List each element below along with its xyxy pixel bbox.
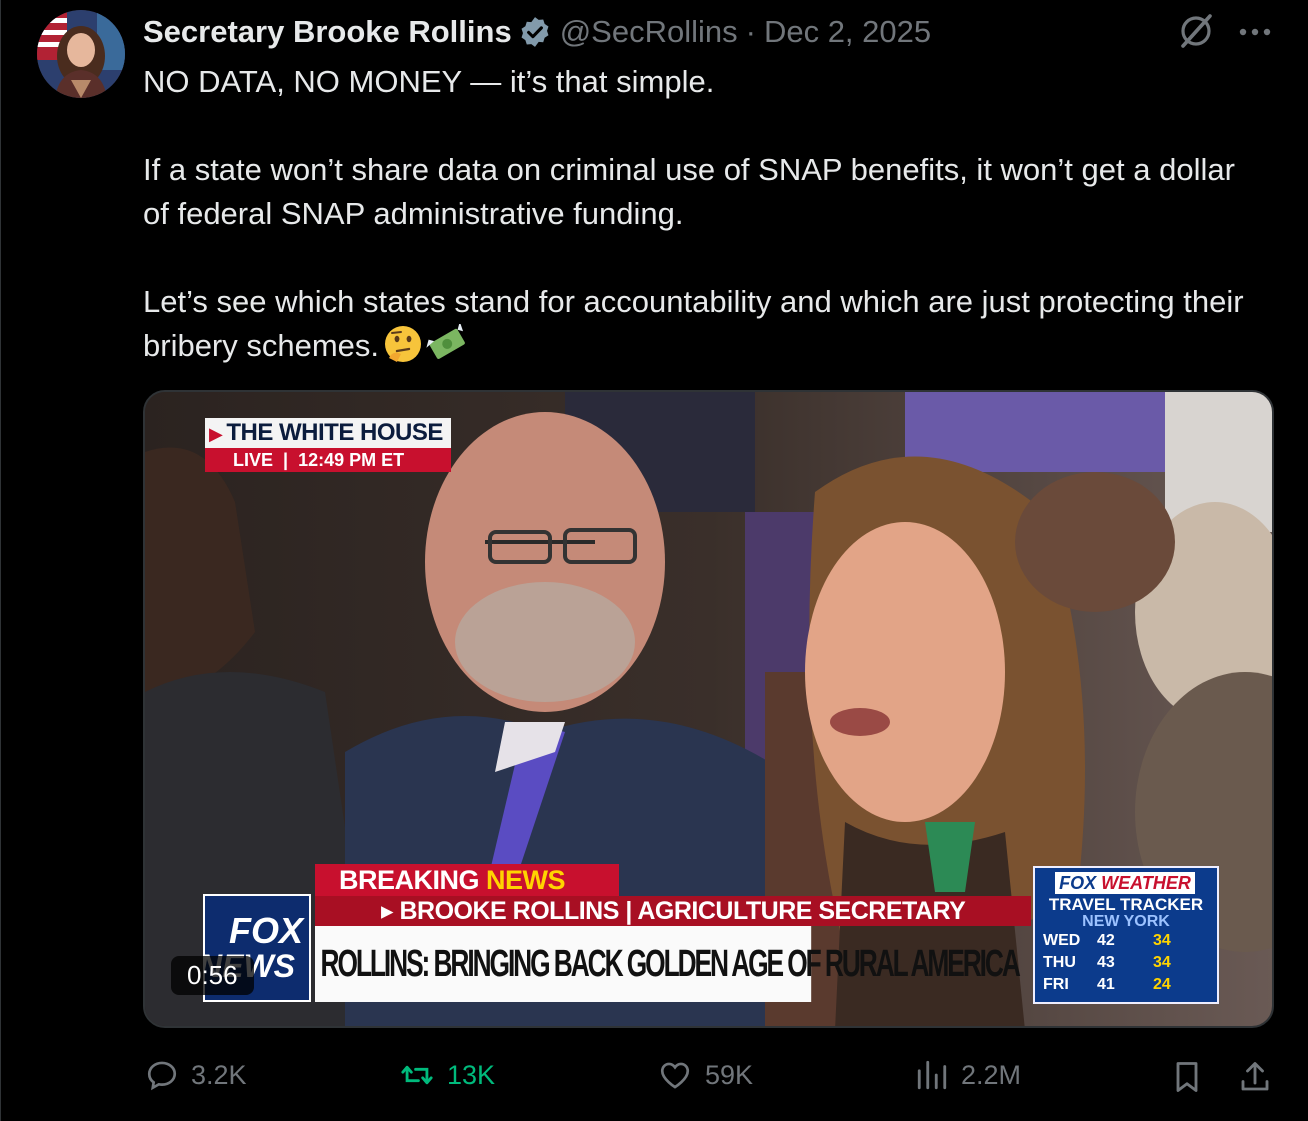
display-name[interactable]: Secretary Brooke Rollins (143, 14, 512, 50)
reply-button[interactable]: 3.2K (145, 1058, 247, 1092)
avatar-image (37, 10, 125, 98)
weather-high: 41 (1097, 976, 1115, 993)
heart-icon (660, 1062, 690, 1089)
tweet-text-line-2: If a state won’t share data on criminal … (143, 152, 1235, 231)
chyron-headline: ROLLINS: BRINGING BACK GOLDEN AGE OF RUR… (315, 926, 1021, 1002)
play-triangle-icon: ▶ (209, 424, 223, 444)
more-options-icon[interactable] (1235, 14, 1275, 50)
weather-row: THU 43 34 (1035, 952, 1217, 974)
fox-logo-line-1: FOX (229, 910, 304, 951)
weather-day: FRI (1043, 976, 1069, 993)
white-house-title-text: THE WHITE HOUSE (226, 419, 443, 446)
weather-location: NEW YORK (1082, 913, 1170, 930)
fox-weather-brand: FOX WEATHER (1055, 872, 1195, 894)
views-button[interactable]: 2.2M (915, 1058, 1021, 1092)
emoji-graphic (385, 321, 465, 362)
weather-day: WED (1043, 932, 1081, 949)
news-label: NEWS (486, 865, 566, 895)
like-button[interactable]: 59K (657, 1058, 753, 1092)
fox-weather-tracker: FOX WEATHER TRAVEL TRACKER NEW YORK WED … (1033, 866, 1219, 1004)
breaking-label: BREAKING (339, 865, 480, 895)
tweet-header: Secretary Brooke Rollins @SecRollins · D… (143, 12, 931, 52)
bookmark-icon[interactable] (1169, 1058, 1205, 1096)
weather-brand-weather: WEATHER (1101, 873, 1191, 893)
action-bar: 3.2K 13K 59K 2.2M (1, 1050, 1308, 1106)
video-duration-badge: 0:56 (171, 956, 254, 995)
breaking-news-banner: BREAKING NEWS (315, 864, 619, 896)
travel-tracker-title: TRAVEL TRACKER (1048, 895, 1204, 914)
white-house-title: ▶ THE WHITE HOUSE (205, 418, 451, 448)
emoji-thinking-money-icon (383, 321, 467, 376)
live-label: LIVE (233, 450, 274, 470)
weather-day: THU (1043, 954, 1076, 971)
post-date[interactable]: Dec 2, 2025 (764, 14, 931, 50)
weather-low: 34 (1153, 954, 1171, 971)
grok-icon[interactable] (1177, 12, 1215, 50)
white-house-live-bug: ▶ THE WHITE HOUSE LIVE | 12:49 PM ET (205, 418, 451, 472)
tweet-card[interactable]: Secretary Brooke Rollins @SecRollins · D… (0, 0, 1308, 1121)
verified-badge-icon[interactable] (518, 15, 552, 49)
weather-row: WED 42 34 (1035, 930, 1217, 952)
reply-icon (147, 1061, 177, 1091)
live-time: 12:49 PM ET (298, 450, 405, 470)
repost-button[interactable]: 13K (399, 1058, 495, 1092)
weather-low: 24 (1153, 976, 1171, 993)
repost-icon (401, 1065, 433, 1085)
repost-count: 13K (447, 1059, 496, 1090)
avatar[interactable] (37, 10, 125, 98)
tweet-text-line-3: Let’s see which states stand for account… (143, 280, 1263, 376)
user-handle[interactable]: @SecRollins (560, 14, 738, 50)
tweet-text-line-1: NO DATA, NO MONEY — it’s that simple. (143, 64, 715, 99)
tweet-text-line-3-text: Let’s see which states stand for account… (143, 284, 1244, 363)
tweet-text: NO DATA, NO MONEY — it’s that simple. If… (143, 60, 1263, 376)
reply-count: 3.2K (191, 1059, 247, 1090)
header-separator: · (745, 14, 756, 49)
like-count: 59K (705, 1059, 754, 1090)
share-icon[interactable] (1237, 1058, 1273, 1096)
weather-row: FRI 41 24 (1035, 974, 1217, 996)
weather-high: 43 (1097, 954, 1115, 971)
weather-high: 42 (1097, 932, 1115, 949)
video-player[interactable]: ▶ THE WHITE HOUSE LIVE | 12:49 PM ET FOX … (143, 390, 1274, 1028)
view-count: 2.2M (961, 1059, 1022, 1090)
weather-low: 34 (1153, 932, 1171, 949)
chyron-subtitle: ▸ BROOKE ROLLINS | AGRICULTURE SECRETARY (315, 896, 1031, 926)
live-separator: | (283, 450, 289, 470)
weather-brand-fox: FOX (1059, 873, 1097, 893)
live-bar: LIVE | 12:49 PM ET (205, 448, 451, 472)
views-chart-icon (917, 1060, 947, 1090)
